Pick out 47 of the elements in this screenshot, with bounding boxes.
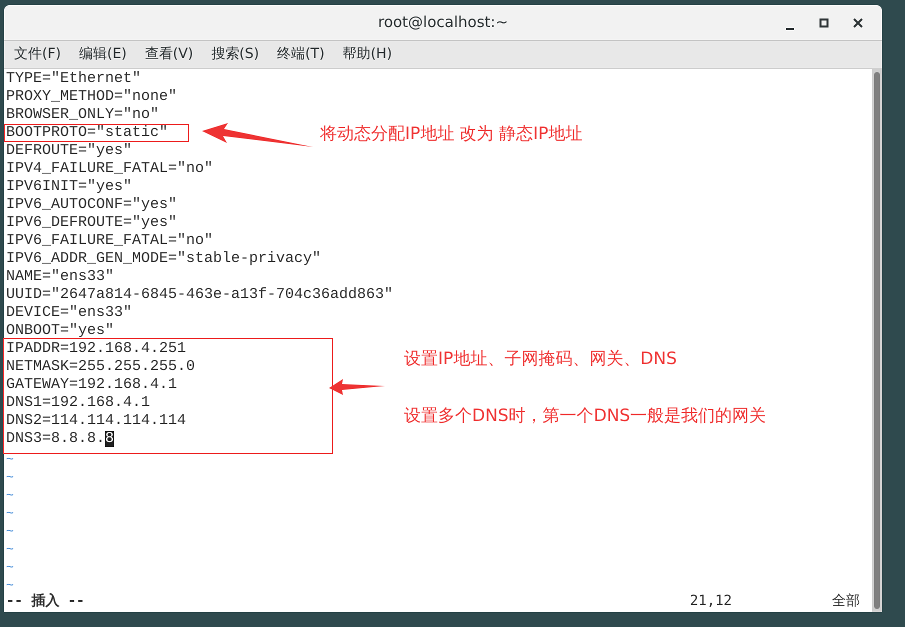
config-line: BROWSER_ONLY="no" [6, 107, 160, 123]
empty-line-marker: ~ [6, 472, 14, 484]
menu-item[interactable]: 搜索(S) [209, 44, 262, 65]
config-line: IPV6_DEFROUTE="yes" [6, 215, 178, 231]
empty-line-marker: ~ [6, 526, 14, 538]
close-icon [853, 18, 863, 28]
config-line: GATEWAY=192.168.4.1 [6, 377, 178, 393]
config-line: DNS1=192.168.4.1 [6, 395, 150, 411]
scroll-position: 全部 [832, 592, 860, 610]
config-line: IPADDR=192.168.4.251 [6, 341, 186, 357]
menu-item[interactable]: 帮助(H) [340, 44, 394, 65]
config-line: DNS3=8.8.8. [6, 431, 106, 447]
window-title: root@localhost:~ [378, 12, 508, 34]
config-line: IPV6_FAILURE_FATAL="no" [6, 233, 214, 249]
maximize-icon [819, 18, 829, 28]
config-line: ONBOOT="yes" [6, 323, 114, 339]
empty-line-marker: ~ [6, 562, 14, 574]
config-line: TYPE="Ethernet" [6, 71, 142, 87]
arrow-icon [202, 123, 314, 149]
menu-item[interactable]: 查看(V) [142, 44, 196, 65]
config-line: NETMASK=255.255.255.0 [6, 359, 196, 375]
text-cursor: 8 [105, 431, 114, 447]
menu-item[interactable]: 文件(F) [12, 44, 63, 65]
empty-line-marker: ~ [6, 508, 14, 520]
annotation-text: 将动态分配IP地址 改为 静态IP地址 [320, 123, 582, 146]
menu-item[interactable]: 终端(T) [275, 44, 327, 65]
annotation-text: 设置IP地址、子网掩码、网关、DNS [404, 348, 677, 371]
config-line: PROXY_METHOD="none" [6, 89, 178, 105]
config-line: UUID="2647a814-6845-463e-a13f-704c36add863" [6, 287, 394, 303]
vim-mode-indicator: -- 插入 -- [6, 592, 85, 610]
empty-line-marker: ~ [6, 580, 14, 592]
config-line: IPV6_ADDR_GEN_MODE="stable-privacy" [6, 251, 322, 267]
empty-line-marker: ~ [6, 544, 14, 556]
empty-line-marker: ~ [6, 454, 14, 466]
annotation-text: 设置多个DNS时，第一个DNS一般是我们的网关 [404, 405, 766, 428]
empty-line-marker: ~ [6, 490, 14, 502]
config-line: NAME="ens33" [6, 269, 114, 285]
config-line: IPV6_AUTOCONF="yes" [6, 197, 178, 213]
config-line: BOOTPROTO="static" [6, 125, 168, 141]
cursor-position: 21,12 [690, 592, 732, 610]
config-line: DEFROUTE="yes" [6, 143, 132, 159]
minimize-icon [786, 28, 794, 30]
config-line: DEVICE="ens33" [6, 305, 132, 321]
config-line: IPV6INIT="yes" [6, 179, 132, 195]
config-line: IPV4_FAILURE_FATAL="no" [6, 161, 214, 177]
config-line: DNS2=114.114.114.114 [6, 413, 186, 429]
menu-item[interactable]: 编辑(E) [76, 44, 129, 65]
